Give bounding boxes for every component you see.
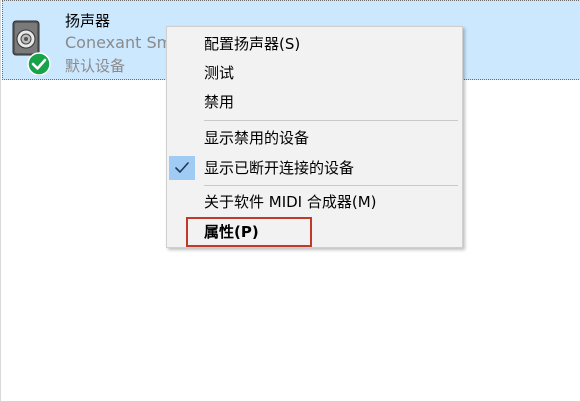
- playback-devices-panel: 扬声器 Conexant Sm 默认设备 配置扬声器(S) 测试 禁用 显示禁用…: [0, 0, 580, 401]
- checkmark-icon: [169, 156, 195, 180]
- context-menu: 配置扬声器(S) 测试 禁用 显示禁用的设备 显示已断开连接的设备 关于软件 M…: [166, 26, 463, 248]
- menu-item-label: 显示禁用的设备: [204, 129, 310, 147]
- device-status: 默认设备: [65, 57, 126, 75]
- menu-item-test[interactable]: 测试: [167, 60, 462, 86]
- menu-separator: [204, 185, 458, 186]
- menu-item-label: 关于软件 MIDI 合成器(M): [204, 193, 377, 211]
- menu-item-label: 禁用: [204, 93, 235, 111]
- default-check-badge-icon: [27, 52, 51, 76]
- annotation-highlight-box: [186, 217, 312, 247]
- menu-item-about-midi-synth[interactable]: 关于软件 MIDI 合成器(M): [167, 189, 462, 215]
- device-description: Conexant Sm: [65, 33, 173, 52]
- menu-item-disable[interactable]: 禁用: [167, 89, 462, 115]
- menu-item-show-disabled-devices[interactable]: 显示禁用的设备: [167, 125, 462, 151]
- menu-separator: [204, 120, 458, 121]
- speaker-icon: [11, 19, 55, 76]
- menu-item-label: 配置扬声器(S): [204, 35, 301, 53]
- menu-item-label: 测试: [204, 64, 235, 82]
- menu-item-show-disconnected-devices[interactable]: 显示已断开连接的设备: [167, 155, 462, 181]
- menu-item-label: 显示已断开连接的设备: [204, 159, 355, 177]
- device-name: 扬声器: [65, 12, 111, 30]
- menu-item-configure-speakers[interactable]: 配置扬声器(S): [167, 31, 462, 57]
